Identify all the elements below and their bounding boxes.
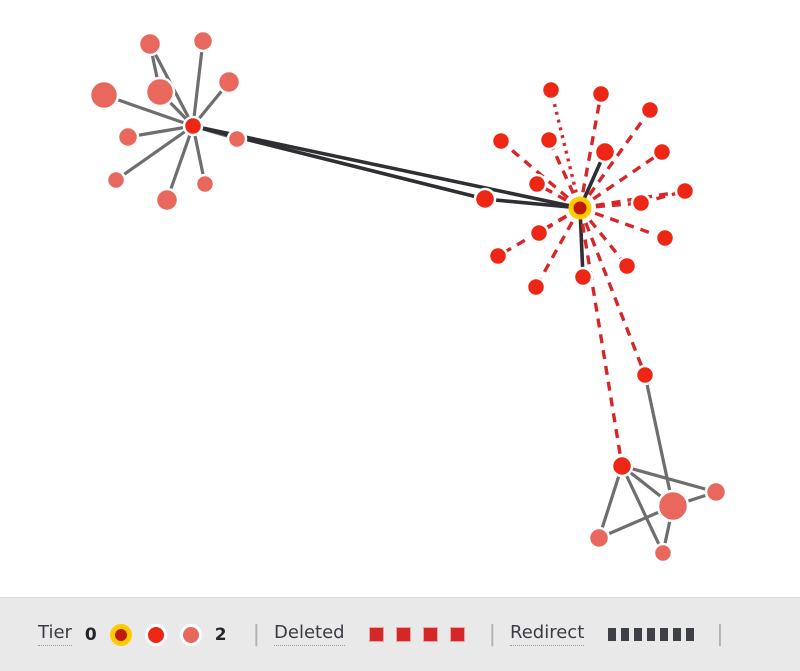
tier-0-swatch[interactable] — [109, 623, 132, 646]
graph-node-tier2[interactable] — [191, 29, 215, 53]
legend-separator-3: | — [716, 621, 724, 647]
legend-separator-2: | — [488, 621, 497, 647]
graph-node-tier1[interactable] — [674, 180, 696, 202]
graph-canvas[interactable] — [0, 0, 800, 597]
graph-node-tier1[interactable] — [610, 454, 634, 478]
network-graph[interactable] — [0, 0, 800, 597]
graph-edge-dotted-red — [549, 89, 582, 209]
graph-edge-dashed-red — [578, 207, 624, 467]
graph-node-tier1[interactable] — [182, 115, 204, 137]
legend-tier-label[interactable]: Tier — [38, 623, 72, 646]
redirect-dot — [608, 628, 617, 641]
graph-node-tier1[interactable] — [540, 79, 562, 101]
graph-node-tier2[interactable] — [587, 526, 611, 550]
graph-node-tier2[interactable] — [656, 489, 690, 523]
tier-2-swatch[interactable] — [179, 623, 202, 646]
graph-node-tier0[interactable] — [568, 196, 592, 220]
legend-separator-1: | — [252, 621, 261, 647]
graph-node-tier2[interactable] — [105, 169, 127, 191]
tier-1-swatch[interactable] — [144, 623, 167, 646]
redirect-dot — [660, 628, 669, 641]
graph-node-tier1[interactable] — [630, 192, 652, 214]
graph-node-tier1[interactable] — [473, 187, 497, 211]
legend-deleted-label[interactable]: Deleted — [274, 623, 345, 646]
graph-node-tier1[interactable] — [616, 255, 638, 277]
graph-node-tier1[interactable] — [651, 141, 673, 163]
graph-node-tier1[interactable] — [525, 276, 547, 298]
graph-node-tier1[interactable] — [487, 245, 509, 267]
graph-node-tier2[interactable] — [154, 187, 180, 213]
graph-node-tier2[interactable] — [88, 79, 120, 111]
graph-node-tier2[interactable] — [216, 69, 242, 95]
deleted-dash — [422, 627, 438, 642]
graph-node-tier1[interactable] — [639, 99, 661, 121]
graph-node-tier2[interactable] — [652, 542, 674, 564]
legend-bar: Tier 0 2 | Deleted | Redirect | — [0, 597, 800, 671]
graph-node-tier2[interactable] — [144, 76, 176, 108]
graph-node-tier1[interactable] — [593, 140, 617, 164]
graph-edge-dashed-red — [578, 207, 647, 376]
deleted-dash — [368, 627, 384, 642]
graph-node-tier1[interactable] — [572, 266, 594, 288]
graph-node-tier2[interactable] — [704, 480, 728, 504]
redirect-dot — [673, 628, 682, 641]
legend-redirect-label[interactable]: Redirect — [510, 623, 585, 646]
deleted-dash — [395, 627, 411, 642]
redirect-dot — [634, 628, 643, 641]
graph-node-tier1[interactable] — [590, 83, 612, 105]
graph-node-tier1[interactable] — [654, 227, 676, 249]
graph-node-tier1[interactable] — [538, 129, 560, 151]
graph-node-tier1[interactable] — [528, 222, 550, 244]
graph-node-tier1[interactable] — [634, 364, 656, 386]
graph-edge-solid-gray — [620, 465, 665, 554]
graph-node-tier2[interactable] — [137, 31, 163, 57]
graph-node-tier2[interactable] — [116, 125, 140, 149]
legend-deleted-group: Deleted — [274, 598, 465, 671]
graph-edge-solid-gray — [597, 465, 624, 539]
legend-tier-max: 2 — [214, 624, 227, 645]
legend-tier-group: Tier 0 2 — [38, 598, 227, 671]
graph-node-tier2[interactable] — [194, 173, 216, 195]
redirect-dot — [686, 628, 695, 641]
graph-node-tier2[interactable] — [226, 128, 248, 150]
redirect-dot-sample[interactable] — [608, 628, 695, 641]
redirect-dot — [647, 628, 656, 641]
deleted-dash — [449, 627, 465, 642]
legend-redirect-group: Redirect — [510, 598, 695, 671]
graph-node-tier1[interactable] — [526, 173, 548, 195]
redirect-dot — [621, 628, 630, 641]
deleted-dash-sample[interactable] — [368, 627, 465, 642]
graph-edge-solid-dark — [192, 124, 581, 210]
legend-tier-min: 0 — [84, 624, 97, 645]
graph-node-tier1[interactable] — [490, 130, 512, 152]
